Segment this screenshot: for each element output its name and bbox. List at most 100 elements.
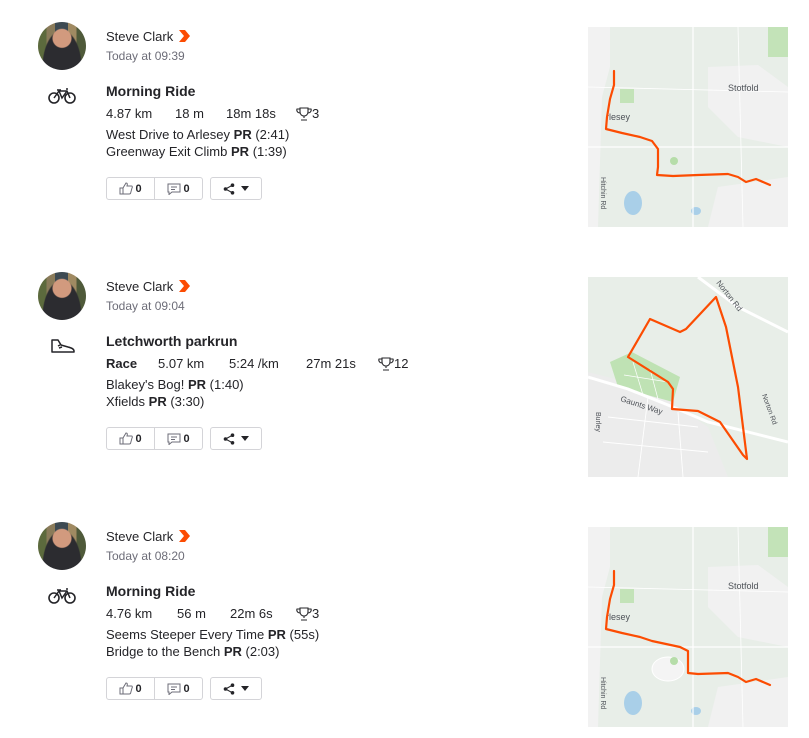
activity-title[interactable]: Letchworth parkrun [106, 333, 237, 349]
segment-time: (2:03) [245, 644, 280, 659]
segment-effort[interactable]: Seems Steeper Every Time PR (55s) [106, 627, 319, 642]
stat-pace: 5:24 /km [229, 356, 279, 371]
pr-label: PR [187, 377, 207, 392]
stat-distance: 4.76 km [106, 606, 153, 621]
avatar[interactable] [38, 22, 86, 70]
athlete-name[interactable]: Steve Clark [106, 529, 173, 544]
map-label: Hitchin Rd [599, 177, 606, 209]
timestamp: Today at 08:20 [106, 549, 185, 563]
thumbs-up-icon [119, 432, 134, 445]
segment-time: (2:41) [255, 127, 290, 142]
segment-effort[interactable]: Xfields PR (3:30) [106, 394, 204, 409]
route-map[interactable]: Norton Rd Gaunts Way Burley Norton Rd [588, 277, 788, 477]
caret-down-icon [241, 436, 249, 441]
pr-label: PR [233, 127, 252, 142]
comment-count: 0 [183, 432, 190, 445]
achievement-count: 3 [312, 606, 320, 621]
share-icon [223, 682, 235, 695]
stat-time: 18m 18s [226, 106, 276, 121]
share-icon [223, 432, 235, 445]
map-label: rlesey [606, 112, 631, 122]
map-label: Stotfold [728, 83, 759, 93]
workout-type: Race [106, 356, 138, 371]
comment-button[interactable]: 0 [155, 428, 202, 449]
segment-name: Greenway Exit Climb [106, 144, 228, 159]
thumbs-up-icon [119, 682, 134, 695]
kudos-count: 0 [135, 682, 142, 695]
segment-time: (55s) [289, 627, 320, 642]
stat-elevation: 18 m [175, 106, 204, 121]
segment-name: Seems Steeper Every Time [106, 627, 265, 642]
shoe-icon [51, 339, 75, 353]
map-label: Burley [594, 412, 601, 432]
share-button[interactable] [210, 427, 262, 450]
achievement-count: 3 [312, 106, 320, 121]
comment-button[interactable]: 0 [155, 678, 202, 699]
kudos-comment-group: 0 0 [106, 677, 203, 700]
map-label: rlesey [606, 612, 631, 622]
segment-name: Xfields [106, 394, 146, 409]
caret-down-icon [241, 686, 249, 691]
kudos-button[interactable]: 0 [107, 178, 155, 199]
stat-distance: 4.87 km [106, 106, 153, 121]
trophy-icon [296, 107, 312, 121]
trophy-icon [296, 607, 312, 621]
stat-time: 27m 21s [306, 356, 356, 371]
athlete-name[interactable]: Steve Clark [106, 279, 173, 294]
pr-label: PR [223, 644, 242, 659]
activity-entry: Steve Clark Today at 09:39 Morning Ride … [0, 0, 809, 227]
share-icon [223, 182, 235, 195]
route-map[interactable]: Stotfold rlesey Hitchin Rd [588, 527, 788, 727]
subscriber-badge-icon [179, 530, 190, 542]
timestamp: Today at 09:04 [106, 299, 185, 313]
comment-button[interactable]: 0 [155, 178, 202, 199]
kudos-button[interactable]: 0 [107, 428, 155, 449]
pr-label: PR [231, 144, 250, 159]
avatar[interactable] [38, 522, 86, 570]
share-button[interactable] [210, 677, 262, 700]
stat-time: 22m 6s [230, 606, 273, 621]
segment-name: West Drive to Arlesey [106, 127, 231, 142]
kudos-comment-group: 0 0 [106, 427, 203, 450]
comment-icon [167, 683, 181, 695]
segment-name: Bridge to the Bench [106, 644, 221, 659]
map-label: Stotfold [728, 581, 759, 591]
kudos-button[interactable]: 0 [107, 678, 155, 699]
subscriber-badge-icon [179, 30, 190, 42]
kudos-comment-group: 0 0 [106, 177, 203, 200]
map-label: Hitchin Rd [599, 677, 606, 709]
route-map[interactable]: Stotfold rlesey Hitchin Rd [588, 27, 788, 227]
stat-elevation: 56 m [177, 606, 206, 621]
segment-effort[interactable]: West Drive to Arlesey PR (2:41) [106, 127, 289, 142]
comment-count: 0 [183, 182, 190, 195]
achievement-count: 12 [394, 356, 409, 371]
stat-distance: 5.07 km [158, 356, 205, 371]
athlete-name[interactable]: Steve Clark [106, 29, 173, 44]
segment-time: (3:30) [170, 394, 205, 409]
bike-icon [48, 88, 76, 104]
segment-time: (1:39) [252, 144, 287, 159]
segment-effort[interactable]: Bridge to the Bench PR (2:03) [106, 644, 279, 659]
share-button[interactable] [210, 177, 262, 200]
comment-count: 0 [183, 682, 190, 695]
comment-icon [167, 433, 181, 445]
segment-name: Blakey's Bog! [106, 377, 185, 392]
segment-time: (1:40) [209, 377, 244, 392]
pr-label: PR [267, 627, 286, 642]
kudos-count: 0 [135, 432, 142, 445]
pr-label: PR [148, 394, 167, 409]
thumbs-up-icon [119, 182, 134, 195]
activity-title[interactable]: Morning Ride [106, 83, 195, 99]
activity-entry: Steve Clark Today at 08:20 Morning Ride … [0, 500, 809, 727]
comment-icon [167, 183, 181, 195]
segment-effort[interactable]: Blakey's Bog! PR (1:40) [106, 377, 244, 392]
segment-effort[interactable]: Greenway Exit Climb PR (1:39) [106, 144, 287, 159]
activity-title[interactable]: Morning Ride [106, 583, 195, 599]
kudos-count: 0 [135, 182, 142, 195]
avatar[interactable] [38, 272, 86, 320]
bike-icon [48, 588, 76, 604]
trophy-icon [378, 357, 394, 371]
caret-down-icon [241, 186, 249, 191]
timestamp: Today at 09:39 [106, 49, 185, 63]
activity-entry: Steve Clark Today at 09:04 Letchworth pa… [0, 250, 809, 477]
